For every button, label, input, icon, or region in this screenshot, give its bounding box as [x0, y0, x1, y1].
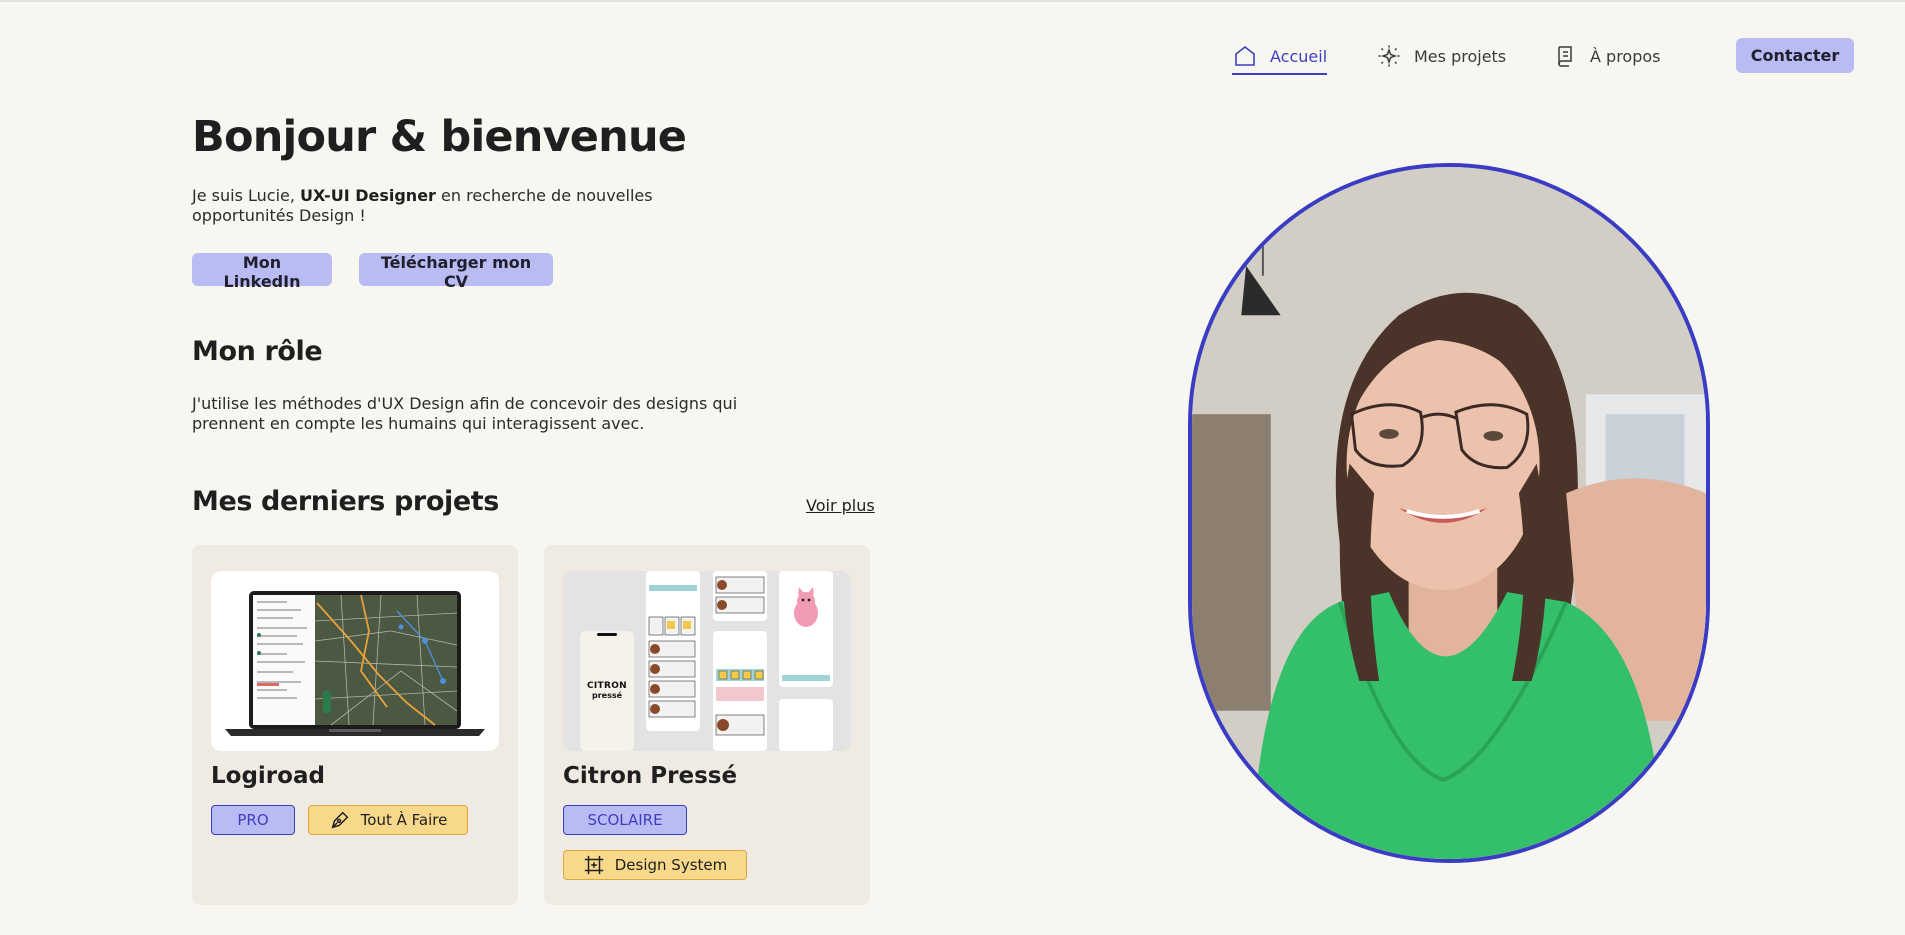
project-title: Citron Pressé [563, 763, 738, 789]
project-thumbnail: CITRON pressé [563, 571, 851, 751]
projects-heading: Mes derniers projets [192, 486, 499, 517]
tag-label: Tout À Faire [360, 811, 448, 829]
top-border [0, 0, 1905, 2]
intro-role: UX-UI Designer [300, 186, 436, 205]
see-more-link[interactable]: Voir plus [806, 496, 875, 515]
intro-prefix: Je suis Lucie, [192, 186, 301, 205]
active-underline [1232, 73, 1328, 75]
tag-tout-a-faire: Tout À Faire [308, 805, 468, 835]
nav-about-link[interactable]: À propos [1552, 38, 1660, 74]
frame-icon [583, 854, 605, 876]
sparkle-icon [1376, 43, 1402, 69]
document-icon [1552, 43, 1578, 69]
nav-home-label: Accueil [1270, 46, 1328, 66]
citron-logo-line1: CITRON [586, 681, 627, 691]
nav-projects-link[interactable]: Mes projets [1376, 38, 1506, 74]
role-heading: Mon rôle [192, 336, 323, 367]
project-thumbnail [211, 571, 499, 751]
nav-about-label: À propos [1590, 46, 1661, 66]
intro-text: Je suis Lucie, UX-UI Designer en recherc… [192, 186, 752, 226]
tag-scolaire: SCOLAIRE [563, 805, 687, 835]
download-cv-button[interactable]: Télécharger mon CV [359, 253, 553, 291]
page-title: Bonjour & bienvenue [192, 112, 687, 162]
citron-logo-line2: pressé [591, 691, 623, 700]
tag-design-system: Design System [563, 850, 747, 880]
home-icon [1232, 43, 1258, 69]
project-title: Logiroad [211, 763, 325, 789]
citron-logo: CITRON pressé [580, 681, 634, 701]
nav-home-link[interactable]: Accueil [1232, 38, 1328, 75]
role-text: J'utilise les méthodes d'UX Design afin … [192, 394, 738, 433]
pen-icon [329, 809, 351, 831]
project-card-logiroad[interactable]: Logiroad PRO Tout À Faire [192, 545, 518, 905]
main-nav: Accueil Mes projets À propos [0, 38, 1905, 75]
nav-projects-label: Mes projets [1414, 46, 1507, 66]
tag-label: Design System [614, 856, 728, 874]
project-card-citron-presse[interactable]: CITRON pressé Citron Pressé SCOLAIRE Des… [544, 545, 870, 905]
linkedin-button[interactable]: Mon LinkedIn [192, 253, 332, 291]
tag-pro: PRO [211, 805, 295, 835]
profile-photo [1188, 163, 1710, 863]
contact-button[interactable]: Contacter [1736, 38, 1854, 73]
